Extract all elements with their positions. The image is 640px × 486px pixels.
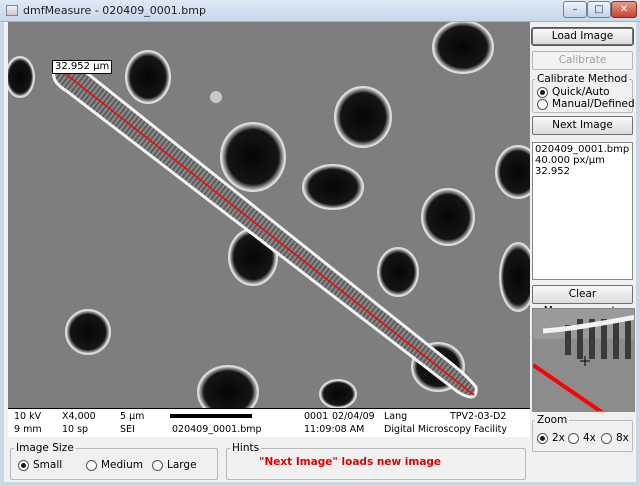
radio-label: 2x xyxy=(552,432,565,444)
radio-zoom-4x[interactable]: 4x xyxy=(568,432,596,444)
zoom-title: Zoom xyxy=(535,414,570,426)
radio-zoom-2x[interactable]: 2x xyxy=(537,432,565,444)
scan-speed: 10 sp xyxy=(62,424,89,435)
detector: SEI xyxy=(120,424,135,435)
radio-label: Quick/Auto xyxy=(552,86,610,98)
radio-dot xyxy=(152,459,163,471)
sem-data-bar: 10 kV X4,000 5 µm 0001 02/04/09 Lang TPV… xyxy=(8,408,530,437)
radio-manual-defined[interactable]: Manual/Defined xyxy=(537,98,635,110)
sem-image xyxy=(8,22,530,408)
scale-bar xyxy=(170,414,252,418)
radio-label: 8x xyxy=(616,432,629,444)
sem-image-viewer[interactable]: 32.952 µm xyxy=(8,22,530,408)
radio-dot xyxy=(537,432,548,444)
magnification: X4,000 xyxy=(62,411,96,422)
info-line: 020409_0001.bmp xyxy=(535,144,630,155)
next-image-button[interactable]: Next Image xyxy=(532,116,633,135)
load-image-button[interactable]: Load Image xyxy=(531,27,634,46)
info-line: 40.000 px/µm xyxy=(535,155,605,166)
client-area: 32.952 µm 10 kV X4,000 5 µm 0001 02/04/0… xyxy=(4,22,636,482)
image-number: 0001 xyxy=(304,411,329,422)
date: 02/04/09 xyxy=(332,411,375,422)
calibrate-button[interactable]: Calibrate xyxy=(532,51,633,70)
working-distance: 9 mm xyxy=(14,424,42,435)
scale-length: 5 µm xyxy=(120,411,145,422)
zoom-image xyxy=(533,309,634,411)
measurement-label: 32.952 µm xyxy=(52,60,113,74)
window-title: dmfMeasure - 020409_0001.bmp xyxy=(23,4,206,17)
facility: Digital Microscopy Facility xyxy=(384,424,507,435)
zoom-preview xyxy=(532,308,635,412)
time: 11:09:08 AM xyxy=(304,424,365,435)
radio-size-large[interactable]: Large xyxy=(152,459,197,471)
radio-label: Small xyxy=(33,459,63,471)
radio-size-small[interactable]: Small xyxy=(18,459,62,471)
radio-dot xyxy=(537,86,548,98)
sample-id: TPV2-03-D2 xyxy=(450,411,507,422)
radio-label: Medium xyxy=(101,459,143,471)
maximize-button[interactable]: □ xyxy=(587,1,611,18)
minimize-button[interactable]: – xyxy=(563,1,587,18)
hints-title: Hints xyxy=(230,442,262,454)
hint-message: "Next Image" loads new image xyxy=(259,456,442,468)
radio-label: Manual/Defined xyxy=(552,98,635,110)
info-line: 32.952 xyxy=(535,166,570,177)
radio-dot xyxy=(537,98,548,110)
operator: Lang xyxy=(384,411,408,422)
image-size-title: Image Size xyxy=(14,442,76,454)
title-bar: dmfMeasure - 020409_0001.bmp – □ ✕ xyxy=(0,0,640,22)
radio-quick-auto[interactable]: Quick/Auto xyxy=(537,86,610,98)
radio-dot xyxy=(601,432,612,444)
radio-label: 4x xyxy=(583,432,596,444)
radio-dot xyxy=(86,459,97,471)
radio-size-medium[interactable]: Medium xyxy=(86,459,143,471)
radio-dot xyxy=(568,432,579,444)
app-icon xyxy=(6,5,18,16)
voltage: 10 kV xyxy=(14,411,42,422)
radio-dot xyxy=(18,459,29,471)
radio-label: Large xyxy=(167,459,197,471)
info-textbox[interactable]: 020409_0001.bmp 40.000 px/µm 32.952 xyxy=(532,142,633,280)
radio-zoom-8x[interactable]: 8x xyxy=(601,432,629,444)
calibrate-method-title: Calibrate Method xyxy=(535,73,630,85)
close-button[interactable]: ✕ xyxy=(611,1,637,18)
filename: 020409_0001.bmp xyxy=(172,424,262,435)
clear-measurements-button[interactable]: Clear Measurements xyxy=(532,285,633,317)
